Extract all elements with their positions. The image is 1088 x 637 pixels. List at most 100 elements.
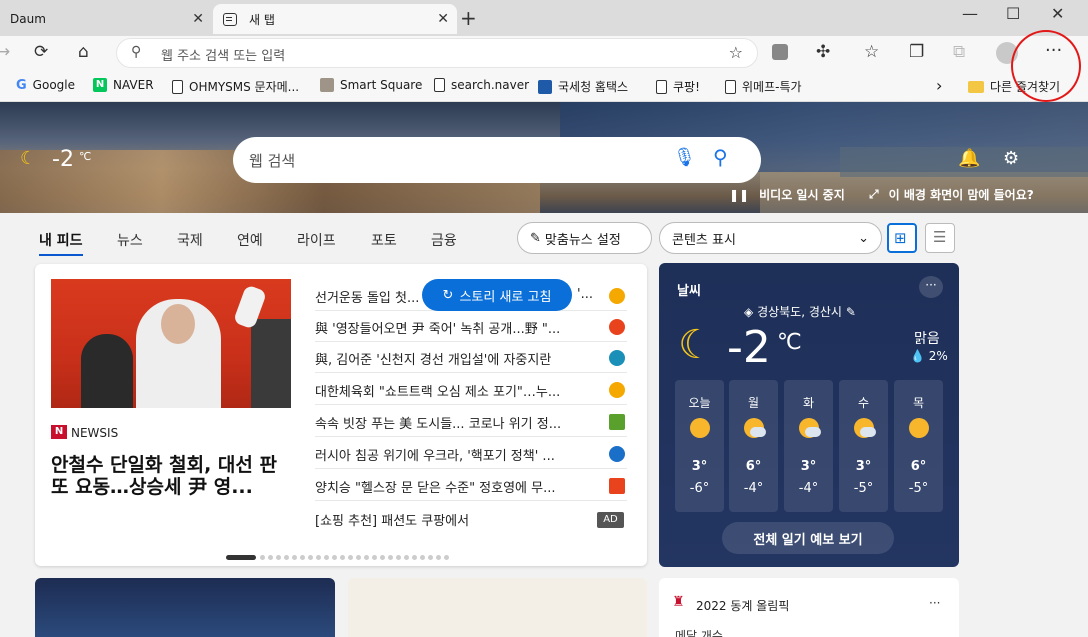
tab-entertainment[interactable]: 연예	[237, 230, 263, 250]
story-card-illustration[interactable]	[348, 578, 647, 637]
bookmark-hometax[interactable]: 국세청 홈택스	[538, 78, 628, 95]
story-headline[interactable]: 안철수 단일화 철회, 대선 판 또 요동…상승세 尹 영...	[51, 454, 301, 498]
home-icon[interactable]: ⌂	[78, 42, 89, 62]
maximize-icon[interactable]: ☐	[1006, 4, 1020, 23]
bookmark-search-naver[interactable]: search.naver	[434, 78, 529, 92]
story-photo[interactable]	[51, 279, 291, 408]
news-item[interactable]: 與, 김어준 '신천지 경선 개입설'에 자중지란	[315, 342, 627, 373]
page-icon	[656, 79, 667, 94]
bookmark-smart-square[interactable]: Smart Square	[320, 78, 422, 92]
microphone-icon[interactable]: 🎙	[673, 147, 696, 168]
weather-location[interactable]: ◈ 경상북도, 경산시 ✎	[744, 303, 856, 320]
full-forecast-button[interactable]: 전체 일기 예보 보기	[722, 522, 894, 554]
news-item[interactable]: 속속 빗장 푸는 美 도시들... 코로나 위기 정...	[315, 406, 627, 437]
news-item-ad[interactable]: [쇼핑 추천] 패션도 쿠팡에서	[315, 503, 627, 534]
tab-photo[interactable]: 포토	[371, 230, 397, 250]
day-low: -4°	[743, 481, 764, 496]
news-source-icon	[609, 382, 625, 398]
weather-temperature: -2	[727, 322, 771, 373]
like-background-button[interactable]: ⤢ 이 배경 화면이 맘에 들어요?	[869, 186, 1034, 203]
folder-icon	[968, 80, 984, 93]
collections-icon[interactable]: ❐	[909, 42, 924, 62]
more-icon[interactable]: ···	[919, 276, 943, 298]
close-icon[interactable]: ✕	[437, 11, 449, 27]
hero-temperature[interactable]: -2	[52, 147, 74, 172]
notification-bell-icon[interactable]: 🔔	[958, 148, 980, 169]
web-search-box[interactable]: 웹 검색 🎙 ⚲	[233, 137, 761, 183]
search-icon[interactable]: ⚲	[713, 145, 728, 169]
grid-layout-button[interactable]: ⊞	[887, 223, 917, 253]
news-source-icon	[609, 478, 625, 494]
window-close-icon[interactable]: ✕	[1051, 4, 1064, 23]
grid-icon: ⊞	[894, 229, 907, 247]
forecast-day[interactable]: 목 6° -5°	[894, 380, 943, 512]
bookmark-wemakeprice[interactable]: 위메프-특가	[725, 78, 802, 95]
smart-square-icon	[320, 78, 334, 92]
pause-icon: ❚❚	[729, 187, 750, 202]
content-display-dropdown[interactable]: 콘텐츠 표시 ⌄	[659, 222, 882, 254]
bookmark-ohmysms[interactable]: OHMYSMS 문자메...	[172, 78, 299, 95]
bookmarks-overflow-chevron-icon[interactable]: ›	[936, 76, 942, 95]
carousel-pagination[interactable]	[226, 555, 452, 560]
tab-news[interactable]: 뉴스	[117, 230, 143, 250]
bookmark-naver[interactable]: N NAVER	[93, 78, 154, 92]
day-high: 3°	[800, 459, 817, 474]
tab-daum[interactable]: Daum ✕	[0, 4, 212, 34]
bookmark-google[interactable]: G Google	[16, 78, 75, 93]
bookmark-coupang[interactable]: 쿠팡!	[656, 78, 700, 95]
news-item[interactable]: 러시아 침공 위기에 우크라, '핵포기 정책' ...	[315, 438, 627, 469]
pause-video-button[interactable]: ❚❚ 비디오 일시 중지	[729, 186, 845, 203]
hometax-icon	[538, 79, 552, 94]
close-icon[interactable]: ✕	[192, 11, 204, 27]
moon-weather-icon[interactable]: ☾	[20, 148, 36, 169]
add-favorite-icon[interactable]: ☆	[729, 43, 743, 62]
favorites-icon[interactable]: ☆	[864, 42, 879, 62]
forecast-day[interactable]: 오늘 3° -6°	[675, 380, 724, 512]
tab-finance[interactable]: 금융	[431, 230, 457, 250]
news-item[interactable]: 與 '영장들어오면 尹 죽어' 녹취 공개...野 "...	[315, 311, 627, 342]
extension-icon[interactable]	[772, 44, 788, 60]
page-icon	[434, 78, 445, 92]
story-card-photo[interactable]	[35, 578, 335, 637]
precip-value: 2%	[928, 349, 948, 363]
tab-world[interactable]: 국제	[177, 230, 203, 250]
weather-title: 날씨	[677, 284, 701, 299]
tab-new-tab[interactable]: 새 탭 ✕	[213, 4, 457, 34]
minimize-icon[interactable]: —	[962, 4, 978, 23]
settings-gear-icon[interactable]: ⚙	[1003, 148, 1019, 169]
new-tab-plus-icon[interactable]: +	[460, 6, 477, 30]
forecast-day[interactable]: 수 3° -5°	[839, 380, 888, 512]
olympics-title: 2022 동계 올림픽	[696, 599, 790, 613]
more-icon[interactable]: ···	[929, 596, 940, 610]
list-layout-button[interactable]: ☰	[925, 223, 955, 253]
personalize-news-button[interactable]: ✎ 맞춤뉴스 설정	[517, 222, 652, 254]
bookmark-label: 국세청 홈택스	[558, 80, 629, 94]
day-low: -6°	[689, 481, 710, 496]
chevron-down-icon: ⌄	[858, 230, 869, 246]
olympic-torch-icon: ♜	[672, 594, 685, 610]
forecast-day[interactable]: 화 3° -4°	[784, 380, 833, 512]
tab-my-feed[interactable]: 내 피드	[39, 230, 83, 256]
day-name: 목	[912, 396, 925, 410]
partly-cloudy-icon	[744, 418, 766, 438]
tab-life[interactable]: 라이프	[297, 230, 336, 250]
forecast-day[interactable]: 월 6° -4°	[729, 380, 778, 512]
carousel-dot-active[interactable]	[226, 555, 256, 560]
extensions-puzzle-icon[interactable]: ✣	[816, 42, 830, 62]
sync-icon[interactable]: ⧉	[953, 42, 965, 62]
day-low: -4°	[798, 481, 819, 496]
bookmark-label: search.naver	[451, 78, 530, 92]
edit-pencil-icon[interactable]: ✎	[846, 305, 856, 319]
refresh-icon[interactable]: ⟳	[34, 42, 48, 62]
address-bar[interactable]: ⚲ 웹 주소 검색 또는 입력 ☆	[116, 38, 758, 68]
news-title: 與 '영장들어오면 尹 죽어' 녹취 공개...野 "...	[315, 322, 561, 337]
story-source: NEWSIS	[71, 426, 119, 440]
back-arrow-icon[interactable]: →	[0, 42, 10, 62]
refresh-stories-button[interactable]: ↻ 스토리 새로 고침	[422, 279, 572, 311]
page-icon	[172, 79, 183, 94]
news-item[interactable]: 대한체육회 "쇼트트랙 오심 제소 포기"…누...	[315, 374, 627, 405]
like-background-label: 이 배경 화면이 맘에 들어요?	[888, 188, 1034, 202]
news-item[interactable]: 양치승 "헬스장 문 닫은 수준" 정호영에 무...	[315, 470, 627, 501]
address-placeholder: 웹 주소 검색 또는 입력	[161, 49, 286, 64]
partly-cloudy-icon	[854, 418, 876, 438]
